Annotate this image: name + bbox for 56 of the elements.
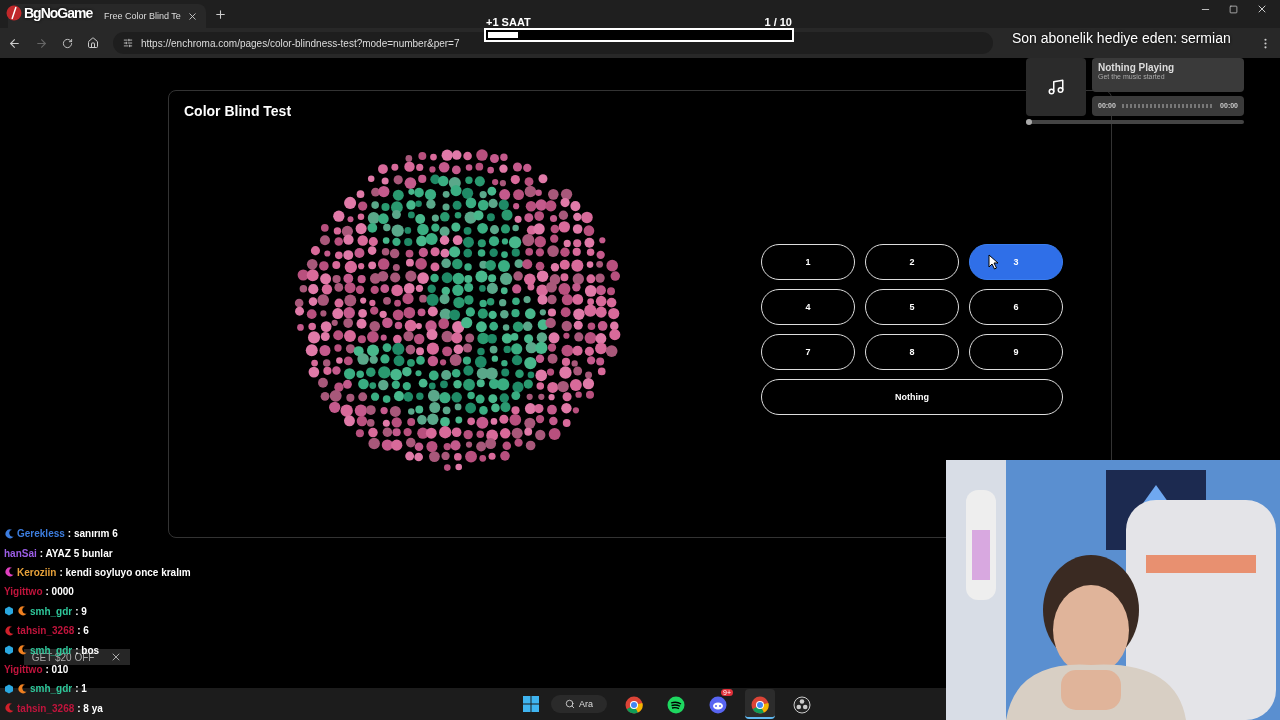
- chat-username: Yigittwo: [4, 586, 43, 598]
- music-app-icon: [667, 696, 685, 714]
- taskbar-app[interactable]: [745, 689, 775, 719]
- nothing-button[interactable]: Nothing: [761, 379, 1063, 415]
- answer-button[interactable]: 9: [969, 334, 1063, 370]
- answer-button[interactable]: 5: [865, 289, 959, 325]
- start-icon[interactable]: [523, 696, 539, 712]
- chat-username: smh_gdr: [30, 605, 73, 617]
- music-note-icon: [1047, 78, 1065, 96]
- recorder-icon: [793, 696, 811, 714]
- goal-label: +1 SAAT: [486, 16, 531, 28]
- browser-icon: [751, 696, 769, 714]
- chat-message: : 8 ya: [77, 702, 103, 714]
- reload-icon[interactable]: [62, 37, 73, 49]
- chat-message: : 9: [75, 605, 87, 617]
- taskbar-search[interactable]: Ara: [551, 695, 607, 713]
- back-icon[interactable]: [8, 36, 21, 50]
- home-icon[interactable]: [87, 37, 99, 49]
- search-icon: [565, 699, 575, 709]
- chat-message: : 0000: [45, 586, 74, 598]
- chat-username: Gerekless: [17, 528, 65, 540]
- chat-message: : 1: [75, 683, 87, 695]
- url-text: https://enchroma.com/pages/color-blindness-test?mode=number&per=7: [141, 37, 460, 49]
- chat-app-icon: [709, 696, 727, 714]
- close-tab-icon[interactable]: [186, 10, 198, 22]
- subscriber-text: Son abonelik hediye eden: sermian: [1012, 30, 1231, 46]
- goal-count: 1 / 10: [764, 16, 792, 28]
- chat-username: hanSai: [4, 547, 37, 559]
- chat-username: tahsin_3268: [17, 702, 75, 714]
- chat-username: tahsin_3268: [17, 625, 75, 637]
- new-tab-icon[interactable]: [213, 7, 227, 21]
- browser-icon: [625, 696, 643, 714]
- answer-button[interactable]: 1: [761, 244, 855, 280]
- channel-logo: BgNoGame: [24, 5, 93, 21]
- chat-message: : 010: [45, 663, 69, 675]
- answer-button[interactable]: 4: [761, 289, 855, 325]
- test-title: Color Blind Test: [184, 103, 293, 119]
- close-icon[interactable]: [1256, 3, 1268, 15]
- answer-button[interactable]: 8: [865, 334, 959, 370]
- chat-message: : AYAZ 5 bunlar: [39, 547, 113, 559]
- logo-icon: [6, 5, 22, 21]
- maximize-icon[interactable]: [1229, 3, 1238, 15]
- chat-message: : kendi soyluyo once kralım: [59, 566, 191, 578]
- cursor-icon: [988, 254, 1000, 270]
- answer-button[interactable]: 3: [969, 244, 1063, 280]
- chat-username: smh_gdr: [30, 683, 73, 695]
- answer-button[interactable]: 7: [761, 334, 855, 370]
- chat-message: : 6: [77, 625, 89, 637]
- chat-message: : sanırım 6: [67, 528, 118, 540]
- answer-button[interactable]: 2: [865, 244, 959, 280]
- site-settings-icon[interactable]: [123, 38, 133, 48]
- forward-icon[interactable]: [35, 36, 48, 50]
- track-title: Nothing Playing: [1098, 62, 1176, 73]
- chat-username: Yigittwo: [4, 663, 43, 675]
- answer-button[interactable]: 6: [969, 289, 1063, 325]
- chat-username: Keroziin: [17, 566, 57, 578]
